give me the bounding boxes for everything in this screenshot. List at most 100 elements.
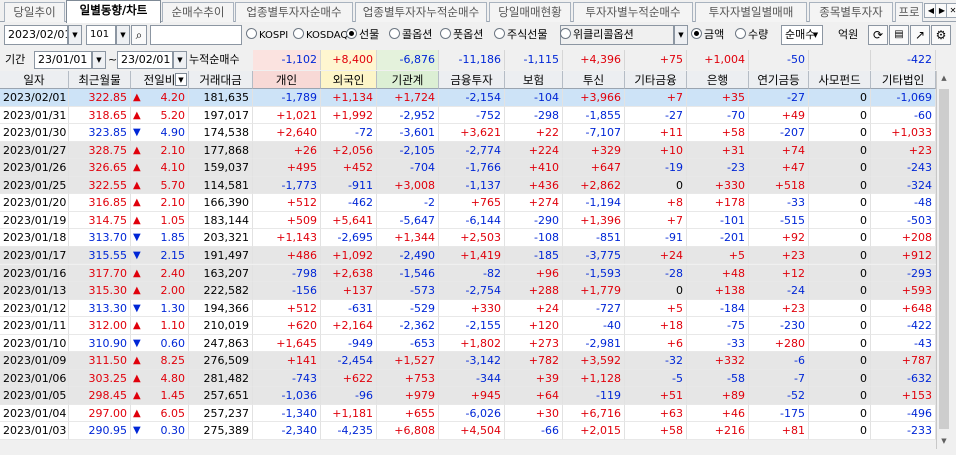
column-header[interactable]: 보험 [505,71,563,89]
table-row[interactable]: 2023/01/27 328.75 ▲ 2.10 177,868 +26 +2,056 -2,… [0,141,936,160]
column-header[interactable]: 거래대금 [189,71,253,89]
value-cell: +7 [625,89,687,107]
column-header[interactable]: 최근월물 [69,71,131,89]
search-icon[interactable]: ⌕ [131,25,147,45]
table-row[interactable]: 2023/01/19 314.75 ▲ 1.05 183,144 +509 +5,641 -5… [0,211,936,230]
code-input[interactable]: 101 [86,25,116,45]
column-header[interactable]: 외국인 [321,71,377,89]
period-from-dropdown-icon[interactable]: ▼ [92,51,106,69]
value-cell: -48 [871,194,936,212]
line-chart-icon[interactable]: ↗ [910,25,930,45]
scroll-down-icon[interactable]: ▼ [937,434,951,448]
column-header[interactable]: 은행 [687,71,749,89]
sort-dropdown-icon[interactable]: ▼ [175,73,187,86]
table-row[interactable]: 2023/01/05 298.45 ▲ 1.45 257,651 -1,036 -96 +97… [0,387,936,405]
period-to-input[interactable]: 23/02/01 [117,51,173,69]
gear-icon[interactable]: ⚙ [931,25,951,45]
table-row[interactable]: 2023/02/01 322.85 ▲ 4.20 181,635 -1,789 +1,134… [0,89,936,107]
tab-6[interactable]: 투자자별누적순매수 [573,2,693,22]
chart-toggle-icon[interactable]: ▤ [889,25,909,45]
market-radio-0[interactable]: KOSPI [246,27,288,43]
change-cell: ▲ 4.20 [131,89,189,107]
column-header[interactable]: 투신 [563,71,625,89]
value-cell: 0 [809,89,871,107]
column-header[interactable]: 사모펀드 [809,71,871,89]
value-cell: +1,143 [253,229,321,247]
column-header[interactable]: 일자 [0,71,69,89]
search-input[interactable] [150,25,242,45]
table-row[interactable]: 2023/01/18 313.70 ▼ 1.85 203,321 +1,143 -2,695… [0,229,936,247]
date-cell: 2023/01/19 [0,211,69,230]
table-row[interactable]: 2023/01/09 311.50 ▲ 8.25 276,509 +141 -2,454 +1… [0,352,936,370]
value-cell: 222,582 [189,282,253,300]
market-radio-2[interactable]: 선물 [346,27,379,43]
table-row[interactable]: 2023/01/31 318.65 ▲ 5.20 197,017 +1,021 +1,992… [0,106,936,125]
column-header[interactable]: 기타법인 [871,71,936,89]
scroll-up-icon[interactable]: ▲ [937,71,951,85]
period-to-dropdown-icon[interactable]: ▼ [173,51,187,69]
tab-2[interactable]: 순매수추이 [162,2,234,22]
table-row[interactable]: 2023/01/12 313.30 ▼ 1.30 194,366 +512 -631 -529… [0,299,936,318]
amount-radio[interactable]: 금액 [691,27,724,43]
period-from-input[interactable]: 23/01/01 [34,51,92,69]
market-radio-5[interactable]: 주식선물 [494,27,547,43]
tab-9[interactable]: 프로 [895,2,923,22]
table-row[interactable]: 2023/01/06 303.25 ▲ 4.80 281,482 -743 +622 +753… [0,369,936,388]
date-cell: 2023/01/18 [0,229,69,247]
calendar-dropdown-icon[interactable]: ▼ [68,25,82,45]
up-arrow-icon: ▲ [133,92,141,103]
table-row[interactable]: 2023/01/16 317.70 ▲ 2.40 163,207 -798 +2,638 -1… [0,264,936,282]
vertical-scrollbar[interactable]: ▲ ▼ [936,71,951,449]
weekly-option-dropdown-icon[interactable]: ▼ [674,25,688,45]
code-dropdown-icon[interactable]: ▼ [116,25,130,45]
tab-1[interactable]: 일별동향/차트 [66,0,161,23]
table-row[interactable]: 2023/01/25 322.55 ▲ 5.70 114,581 -1,773 -911 +3… [0,176,936,195]
value-cell: +2,862 [563,176,625,195]
column-header[interactable]: 금융투자 [439,71,505,89]
column-header[interactable]: 기타금융 [625,71,687,89]
column-header[interactable]: 개인 [253,71,321,89]
tab-8[interactable]: 종목별투자자 [809,2,893,22]
tab-4[interactable]: 업종별투자자누적순매수 [355,2,487,22]
quantity-radio[interactable]: 수량 [735,27,768,43]
table-row[interactable]: 2023/01/10 310.90 ▼ 0.60 247,863 +1,645 -949 -6… [0,334,936,353]
market-radio-6[interactable]: 위클리콜옵션 [560,27,634,43]
tab-3[interactable]: 업종별투자자순매수 [235,2,353,22]
column-header[interactable]: 연기금등 [749,71,809,89]
table-row[interactable]: 2023/01/26 326.65 ▲ 4.10 159,037 +495 +452 -704… [0,159,936,177]
value-cell: 183,144 [189,211,253,230]
date-input[interactable]: 2023/02/01 [4,25,68,45]
market-radio-3[interactable]: 콜옵션 [389,27,432,43]
value-cell: +8 [625,194,687,212]
value-cell: +46 [687,404,749,423]
table-header: 일자 최근월물 전일비 ▼ 거래대금 개인 외국인 기관계 금융투자 보험 투신 기타금융 은행 연기금등… [0,71,936,89]
value-cell: +1,645 [253,334,321,353]
tab-5[interactable]: 당일매매현황 [489,2,571,22]
column-header[interactable]: 기관계 [377,71,439,89]
market-radio-4[interactable]: 풋옵션 [440,27,483,43]
change-cell: ▲ 2.10 [131,194,189,212]
table-row[interactable]: 2023/01/17 315.55 ▼ 2.15 191,497 +486 +1,092 -2… [0,246,936,265]
tab-0[interactable]: 당일추이 [4,2,65,22]
tab-7[interactable]: 투자자별일별매매 [695,2,807,22]
value-cell: +410 [505,159,563,177]
value-cell: +92 [749,229,809,247]
mode-select[interactable]: 순매수 ▼ [781,25,823,45]
value-cell: 315.30 [69,282,131,300]
market-radio-1[interactable]: KOSDAQ [293,27,348,43]
table-row[interactable]: 2023/01/03 290.95 ▼ 0.30 275,389 -2,340 -4,235… [0,422,936,440]
tab-close-icon[interactable]: ✕ [946,3,956,18]
table-row[interactable]: 2023/01/20 316.85 ▲ 2.10 166,390 +512 -462 -2 +7… [0,194,936,212]
value-cell: +81 [749,422,809,440]
scroll-thumb[interactable] [939,89,949,429]
date-cell: 2023/01/12 [0,299,69,318]
value-cell: -2,154 [439,89,505,107]
table-row[interactable]: 2023/01/13 315.30 ▲ 2.00 222,582 -156 +137 -573… [0,282,936,300]
table-row[interactable]: 2023/01/30 323.85 ▼ 4.90 174,538 +2,640 -72 -3,… [0,124,936,142]
value-cell: 163,207 [189,264,253,282]
value-cell: +945 [439,387,505,405]
value-cell: +518 [749,176,809,195]
table-row[interactable]: 2023/01/11 312.00 ▲ 1.10 210,019 +620 +2,164 -2… [0,317,936,335]
refresh-icon[interactable]: ⟳ [868,25,888,45]
table-row[interactable]: 2023/01/04 297.00 ▲ 6.05 257,237 -1,340 +1,181… [0,404,936,423]
